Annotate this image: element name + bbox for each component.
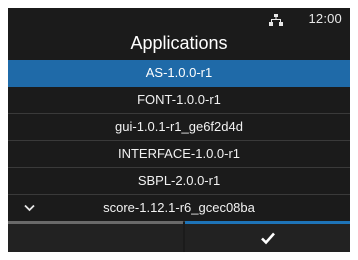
soft-key-bar	[8, 221, 350, 252]
list-item[interactable]: INTERFACE-1.0.0-r1	[8, 141, 350, 168]
list-item-label: SBPL-2.0.0-r1	[137, 173, 221, 188]
printer-display: 12:00 Applications AS-1.0.0-r1 FONT-1.0.…	[8, 8, 350, 252]
list-item[interactable]: score-1.12.1-r6_gcec08ba	[8, 195, 350, 222]
chevron-down-icon[interactable]	[24, 204, 35, 212]
list-item[interactable]: SBPL-2.0.0-r1	[8, 168, 350, 195]
list-item[interactable]: FONT-1.0.0-r1	[8, 87, 350, 114]
list-item-label: AS-1.0.0-r1	[145, 65, 213, 80]
network-icon	[269, 14, 283, 26]
list-item[interactable]: AS-1.0.0-r1	[8, 60, 350, 87]
checkmark-icon	[260, 232, 275, 245]
list-item-label: gui-1.0.1-r1_ge6f2d4d	[115, 119, 243, 134]
list-item[interactable]: gui-1.0.1-r1_ge6f2d4d	[8, 114, 350, 141]
list-item-label: FONT-1.0.0-r1	[137, 92, 221, 107]
application-list[interactable]: AS-1.0.0-r1 FONT-1.0.0-r1 gui-1.0.1-r1_g…	[8, 60, 350, 222]
list-item-label: score-1.12.1-r6_gcec08ba	[103, 200, 255, 215]
clock: 12:00	[308, 11, 342, 26]
status-bar: 12:00	[8, 8, 350, 30]
list-item-label: INTERFACE-1.0.0-r1	[117, 146, 241, 161]
page-title: Applications	[130, 33, 228, 53]
soft-key-left[interactable]	[8, 221, 183, 252]
soft-key-confirm-button[interactable]	[185, 221, 350, 252]
